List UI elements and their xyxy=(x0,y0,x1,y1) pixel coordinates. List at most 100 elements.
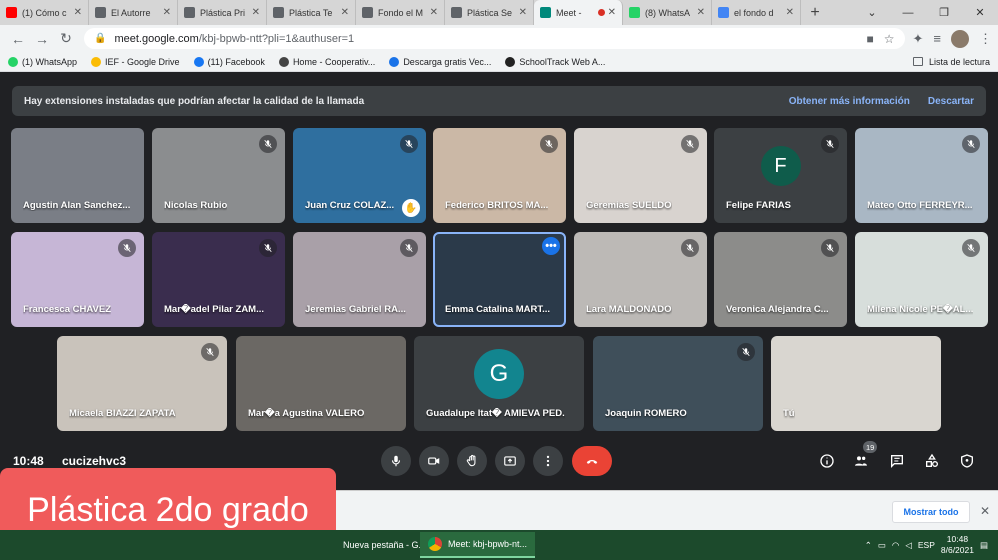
bookmark-item[interactable]: SchoolTrack Web A... xyxy=(505,56,605,67)
profile-avatar[interactable] xyxy=(951,29,969,48)
participant-tile[interactable]: Milena Nicole PE�AL... xyxy=(855,232,988,327)
participant-tile[interactable]: Francesca CHAVEZ xyxy=(11,232,144,327)
close-tab-icon[interactable]: ✕ xyxy=(519,7,527,18)
lock-icon[interactable]: 🔒 xyxy=(94,33,106,44)
bookmark-item[interactable]: (1) WhatsApp xyxy=(8,56,77,67)
browser-tab[interactable]: El Autorre ✕ xyxy=(89,0,178,25)
url-input[interactable]: 🔒 meet.google.com /kbj-bpwb-ntt?pli=1&au… xyxy=(84,28,905,49)
close-tab-icon[interactable]: ✕ xyxy=(608,7,616,18)
participant-name: Geremias SUELDO xyxy=(586,200,672,211)
dismiss-button[interactable]: Descartar xyxy=(928,96,974,107)
browser-tab[interactable]: (8) WhatsA ✕ xyxy=(623,0,712,25)
more-options-button[interactable] xyxy=(533,446,563,476)
participant-name: Tú xyxy=(783,408,795,419)
microphone-button[interactable] xyxy=(381,446,411,476)
participant-tile[interactable]: Tú xyxy=(771,336,941,431)
participant-tile[interactable]: Mateo Otto FERREYR... xyxy=(855,128,988,223)
browser-tab[interactable]: (1) Cómo c ✕ xyxy=(0,0,89,25)
participant-tile[interactable]: G Guadalupe Itat� AMIEVA PED... xyxy=(414,336,584,431)
bookmark-label: IEF - Google Drive xyxy=(105,56,180,67)
participant-tile[interactable]: Mar�a Agustina VALERO xyxy=(236,336,406,431)
close-tab-icon[interactable]: ✕ xyxy=(430,7,438,18)
camera-button[interactable] xyxy=(419,446,449,476)
new-tab-button[interactable]: + xyxy=(801,0,829,25)
close-tab-icon[interactable]: ✕ xyxy=(697,7,705,18)
participant-name: Emma Catalina MART... xyxy=(445,304,551,315)
participants-button[interactable] xyxy=(852,452,870,470)
participant-tile[interactable]: Joaquin ROMERO xyxy=(593,336,763,431)
reload-icon[interactable]: ↻ xyxy=(54,28,78,50)
participant-name: Lara MALDONADO xyxy=(586,304,672,315)
bookmark-favicon-icon xyxy=(91,56,102,67)
browser-tab[interactable]: Fondo el M ✕ xyxy=(356,0,445,25)
participant-tile[interactable]: Geremias SUELDO xyxy=(574,128,707,223)
tray-chevron-icon[interactable]: ⌃ xyxy=(865,540,872,551)
taskbar-clock[interactable]: 10:48 8/6/2021 xyxy=(941,534,974,556)
bookmark-star-icon[interactable]: ☆ xyxy=(884,32,895,46)
bookmark-item[interactable]: IEF - Google Drive xyxy=(91,56,180,67)
minimize-icon[interactable]: — xyxy=(890,7,926,19)
participant-tile[interactable]: Mar�adel Pilar ZAM... xyxy=(152,232,285,327)
participant-tile[interactable]: Federico BRITOS MA... xyxy=(433,128,566,223)
maximize-icon[interactable]: ❐ xyxy=(926,6,962,19)
participant-tile[interactable]: Nicolas Rubio xyxy=(152,128,285,223)
tile-options-icon[interactable]: ••• xyxy=(542,237,560,255)
browser-tab[interactable]: Plástica Se ✕ xyxy=(445,0,534,25)
back-icon[interactable]: ← xyxy=(6,28,30,50)
participant-tile[interactable]: ••• Emma Catalina MART... xyxy=(433,232,566,327)
volume-icon[interactable]: ◁ xyxy=(905,540,912,551)
video-camera-icon xyxy=(428,457,440,465)
meeting-details-button[interactable] xyxy=(818,452,836,470)
leave-call-button[interactable] xyxy=(572,446,612,476)
participant-name: Federico BRITOS MA... xyxy=(445,200,549,211)
close-tab-icon[interactable]: ✕ xyxy=(341,7,349,18)
participant-name: Milena Nicole PE�AL... xyxy=(867,304,974,315)
activities-button[interactable] xyxy=(923,452,941,470)
menu-icon[interactable]: ⋮ xyxy=(979,31,992,47)
bookmark-item[interactable]: (11) Facebook xyxy=(193,56,265,67)
muted-mic-icon xyxy=(821,239,839,257)
participant-tile[interactable]: Agustin Alan Sanchez... xyxy=(11,128,144,223)
participant-name: Joaquin ROMERO xyxy=(605,408,687,419)
learn-more-link[interactable]: Obtener más información xyxy=(789,96,910,107)
forward-icon[interactable]: → xyxy=(30,28,54,50)
more-vertical-icon xyxy=(546,455,550,467)
present-screen-button[interactable] xyxy=(495,446,525,476)
bookmark-item[interactable]: Home - Cooperativ... xyxy=(278,56,375,67)
reading-list-icon xyxy=(912,57,923,66)
tab-search-icon[interactable]: ⌄ xyxy=(854,6,890,19)
puzzle-icon[interactable]: ✦ xyxy=(913,31,924,47)
tab-favicon-icon xyxy=(6,7,17,18)
browser-tab[interactable]: Plástica Te ✕ xyxy=(267,0,356,25)
close-tab-icon[interactable]: ✕ xyxy=(163,7,171,18)
participant-tile[interactable]: F Felipe FARIAS xyxy=(714,128,847,223)
language-indicator[interactable]: ESP xyxy=(918,540,935,550)
chat-button[interactable] xyxy=(888,452,906,470)
participant-tile[interactable]: Micaela BIAZZI ZAPATA xyxy=(57,336,227,431)
taskbar-item-meet[interactable]: Meet: kbj-bpwb-nt... xyxy=(420,532,536,558)
media-icon[interactable]: ≡ xyxy=(933,31,941,46)
camera-icon[interactable]: ■ xyxy=(866,32,873,46)
close-window-icon[interactable]: ✕ xyxy=(962,6,998,19)
participant-tile[interactable]: ✋ Juan Cruz COLAZ... xyxy=(293,128,426,223)
host-controls-button[interactable] xyxy=(958,452,976,470)
browser-tab[interactable]: el fondo d ✕ xyxy=(712,0,801,25)
close-tab-icon[interactable]: ✕ xyxy=(786,7,794,18)
participant-tile[interactable]: Jeremias Gabriel RA... xyxy=(293,232,426,327)
close-downloads-icon[interactable]: ✕ xyxy=(980,504,990,518)
bookmark-item[interactable]: Descarga gratis Vec... xyxy=(389,56,491,67)
show-all-downloads-button[interactable]: Mostrar todo xyxy=(892,501,970,523)
raise-hand-button[interactable] xyxy=(457,446,487,476)
close-tab-icon[interactable]: ✕ xyxy=(74,7,82,18)
notifications-icon[interactable]: ▤ xyxy=(980,540,988,551)
browser-tab[interactable]: Meet - ✕ xyxy=(534,0,623,25)
network-icon[interactable]: ◠ xyxy=(892,540,899,551)
reading-list[interactable]: Lista de lectura xyxy=(912,57,990,67)
extensions-area: ✦ ≡ ⋮ xyxy=(913,29,992,48)
tab-favicon-icon xyxy=(184,7,195,18)
participant-tile[interactable]: Veronica Alejandra C... xyxy=(714,232,847,327)
close-tab-icon[interactable]: ✕ xyxy=(252,7,260,18)
browser-tab[interactable]: Plástica Pri ✕ xyxy=(178,0,267,25)
battery-icon[interactable]: ▭ xyxy=(878,540,886,551)
participant-tile[interactable]: Lara MALDONADO xyxy=(574,232,707,327)
